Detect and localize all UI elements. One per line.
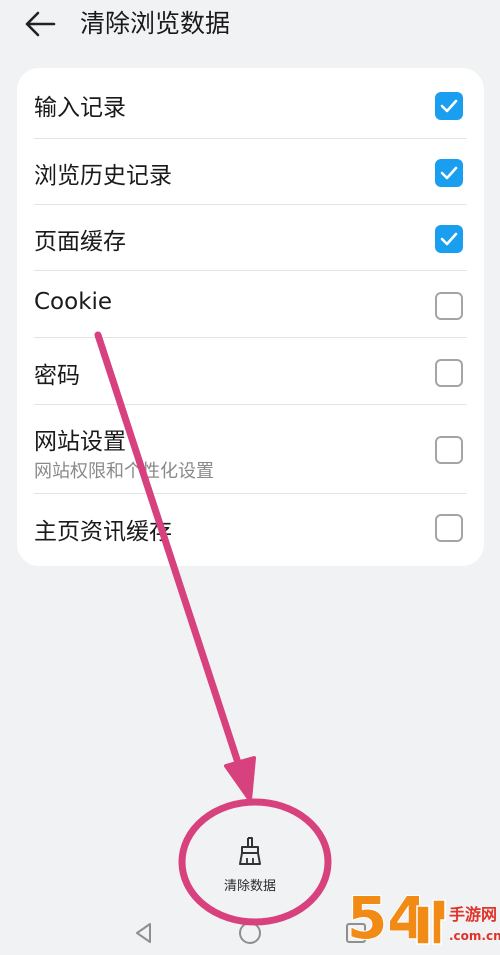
checkbox-password[interactable] [435,359,463,387]
checkmark-icon [440,232,458,246]
checkbox-browsing-history[interactable] [435,159,463,187]
option-label: 密码 [34,363,80,389]
checkbox-input-records[interactable] [435,92,463,120]
checkmark-icon [440,99,458,113]
nav-back-button[interactable] [126,915,162,951]
watermark-digits: 54 [347,884,428,952]
circle-home-icon [239,922,261,944]
clear-data-button[interactable]: 清除数据 [200,836,300,898]
arrow-left-icon [25,11,56,37]
option-sublabel: 网站权限和个性化设置 [34,461,214,482]
option-label: 输入记录 [34,95,126,121]
triangle-back-icon [136,923,151,943]
clear-options-card: 输入记录 浏览历史记录 页面缓存 Cookie 密码 网站设置 网站权限和个性化… [17,68,484,566]
option-row-browsing-history[interactable]: 浏览历史记录 [17,139,484,205]
checkbox-site-settings[interactable] [435,436,463,464]
option-row-page-cache[interactable]: 页面缓存 [17,205,484,271]
annotation-arrowhead [224,756,256,802]
watermark-domain: .com.cn [449,929,500,943]
option-label: 浏览历史记录 [34,163,172,189]
option-row-input-records[interactable]: 输入记录 [17,68,484,139]
option-label: 页面缓存 [34,229,126,255]
broom-icon [239,837,261,865]
option-row-site-settings[interactable]: 网站设置 网站权限和个性化设置 [17,405,484,494]
back-button[interactable] [20,6,60,42]
checkbox-cookie[interactable] [435,292,463,320]
nav-home-button[interactable] [232,915,268,951]
checkmark-icon [440,166,458,180]
watermark-glyph [416,899,446,945]
page-title: 清除浏览数据 [80,9,231,38]
option-row-homepage-news-cache[interactable]: 主页资讯缓存 [17,494,484,566]
option-label: 网站设置 [34,429,126,455]
clear-data-label: 清除数据 [223,879,276,894]
header-bar: 清除浏览数据 [0,0,500,50]
option-row-cookie[interactable]: Cookie [17,271,484,338]
option-label: Cookie [34,289,113,315]
watermark-logo: 54 手游网 .com.cn [346,883,500,953]
option-label: 主页资讯缓存 [34,519,172,545]
watermark-brand-text: 手游网 [449,905,497,924]
option-row-password[interactable]: 密码 [17,338,484,405]
checkbox-homepage-news-cache[interactable] [435,514,463,542]
checkbox-page-cache[interactable] [435,225,463,253]
